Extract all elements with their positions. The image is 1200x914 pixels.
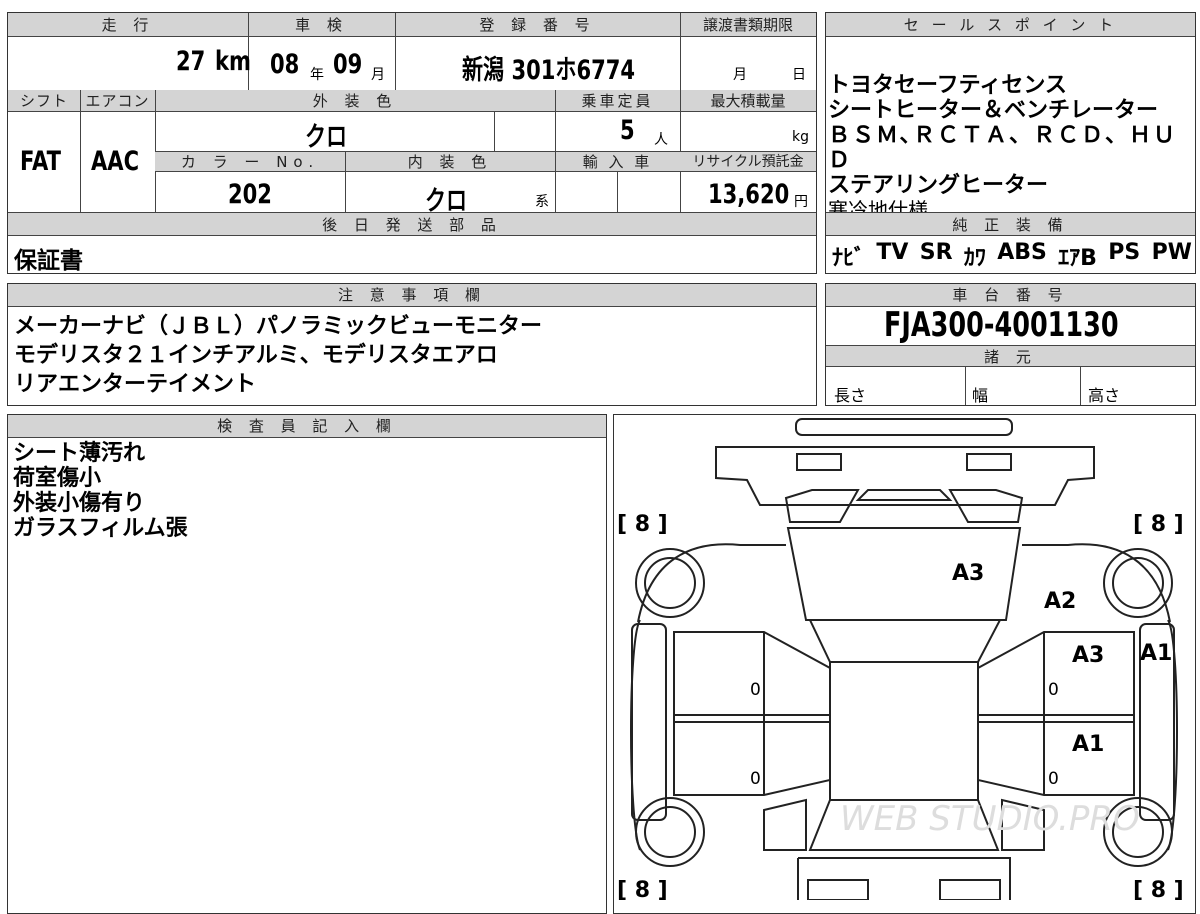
inspection-year: 08: [270, 49, 300, 80]
inspector-line: 荷室傷小: [13, 466, 102, 491]
exterior-color-value: クロ: [305, 122, 348, 153]
spec-length-label: 長さ: [834, 386, 867, 405]
car-diagram: WEB STUDIO.PRO [ 8 ] [ 8 ] [ 8 ] [ 8 ] A…: [617, 418, 1184, 900]
inspector-header: 検 査 員 記 入 欄: [8, 415, 606, 438]
notes-header: 注 意 事 項 欄: [8, 284, 816, 307]
tire-depth-front-left: [ 8 ]: [617, 512, 668, 537]
shift-value: FAT: [20, 146, 62, 177]
sales-points-list: トヨタセーフティセンス シートヒーター＆ベンチレーター ＢＳＭ､ＲＣＴＡ、ＲＣＤ…: [828, 73, 1200, 223]
zero-mark: 0: [750, 769, 761, 789]
month-unit: 月: [371, 67, 385, 83]
inspector-lines: シート薄汚れ 荷室傷小 外装小傷有り ガラスフィルム張: [13, 441, 188, 541]
tire-depth-rear-right: [ 8 ]: [1133, 878, 1184, 900]
equipment-item: PS: [1108, 240, 1141, 265]
recycle-fee-value: 13,620: [708, 179, 790, 210]
damage-mark: A2: [1044, 589, 1076, 614]
note-line: リアエンターテイメント: [14, 372, 257, 397]
header-mileage: 走 行: [8, 13, 248, 37]
sales-point: ステアリングヒーター: [828, 173, 1049, 198]
deadline-month-unit: 月: [733, 67, 747, 83]
notes-lines: メーカーナビ（ＪＢＬ）パノラミックビューモニター モデリスタ２１インチアルミ、モ…: [14, 312, 542, 399]
header-transfer-deadline: 譲渡書類期限: [680, 13, 816, 37]
mileage-unit: km: [215, 46, 251, 77]
watermark: WEB STUDIO.PRO: [840, 799, 1140, 839]
capacity-value: 5: [620, 115, 635, 146]
inspection-month: 09: [333, 49, 363, 80]
inspector-line: 外装小傷有り: [13, 491, 146, 516]
capacity-unit: 人: [654, 132, 668, 148]
deadline-day-unit: 日: [792, 67, 806, 83]
mileage-value: 27: [176, 46, 206, 77]
header-shift: シフト: [8, 90, 80, 112]
header-import: 輸 入 車: [555, 151, 680, 172]
equipment-item: ﾅﾋﾞ: [832, 246, 866, 271]
aircon-value: AAC: [91, 146, 140, 177]
damage-mark: A1: [1140, 641, 1172, 666]
header-capacity: 乗車定員: [555, 90, 680, 112]
spec-height-label: 高さ: [1088, 386, 1121, 405]
header-color-no: カ ラ ー No.: [155, 151, 345, 172]
header-registration: 登 録 番 号: [395, 13, 680, 37]
note-line: メーカーナビ（ＪＢＬ）パノラミックビューモニター: [14, 314, 543, 339]
note-line: モデリスタ２１インチアルミ、モデリスタエアロ: [14, 343, 498, 368]
zero-mark: 0: [1048, 769, 1059, 789]
equipment-item: TV: [876, 240, 909, 265]
sales-point: トヨタセーフティセンス: [828, 73, 1067, 98]
equipment-item: ｶﾜ: [963, 246, 986, 271]
parts-later-value: 保証書: [14, 248, 83, 274]
damage-mark: A3: [1072, 643, 1104, 668]
zero-mark: 0: [1048, 680, 1059, 700]
genuine-equipment-header: 純 正 装 備: [826, 212, 1195, 236]
spec-width-label: 幅: [972, 386, 989, 405]
max-load-unit: kg: [792, 129, 809, 145]
equipment-item: ABS: [997, 240, 1047, 265]
inspector-line: ガラスフィルム張: [13, 516, 188, 541]
inspector-line: シート薄汚れ: [13, 441, 146, 466]
interior-suffix: 系: [535, 194, 549, 210]
recycle-fee-unit: 円: [794, 194, 808, 210]
chassis-header: 車 台 番 号: [826, 284, 1195, 307]
header-inspection: 車 検: [248, 13, 395, 37]
equipment-item: PW: [1151, 240, 1192, 265]
header-max-load: 最大積載量: [680, 90, 816, 112]
sales-point: ＢＳＭ､ＲＣＴＡ、ＲＣＤ、ＨＵＤ: [828, 123, 1178, 173]
color-no-value: 202: [228, 179, 272, 210]
specs-header: 諸 元: [826, 345, 1195, 367]
chassis-number: FJA300-4001130: [884, 305, 1119, 345]
damage-mark: A1: [1072, 732, 1104, 757]
sales-point: シートヒーター＆ベンチレーター: [828, 98, 1159, 123]
tire-depth-front-right: [ 8 ]: [1133, 512, 1184, 537]
header-interior-color: 内 装 色: [345, 151, 555, 172]
header-recycle-fee: リサイクル預託金: [680, 151, 816, 172]
header-exterior-color: 外 装 色: [155, 90, 555, 112]
equipment-item: SR: [919, 240, 953, 265]
header-parts-later: 後 日 発 送 部 品: [8, 212, 816, 236]
header-aircon: エアコン: [80, 90, 155, 112]
tire-depth-rear-left: [ 8 ]: [617, 878, 668, 900]
zero-mark: 0: [750, 680, 761, 700]
damage-mark: A3: [952, 561, 984, 586]
registration-number: 新潟 301ホ6774: [462, 55, 636, 86]
genuine-equipment-list: ﾅﾋﾞ TV SR ｶﾜ ABS ｴｱB PS PW: [832, 240, 1192, 272]
year-unit: 年: [310, 67, 324, 83]
sales-points-header: セ ー ル ス ポ イ ン ト: [826, 13, 1195, 37]
equipment-item: ｴｱB: [1058, 246, 1097, 271]
